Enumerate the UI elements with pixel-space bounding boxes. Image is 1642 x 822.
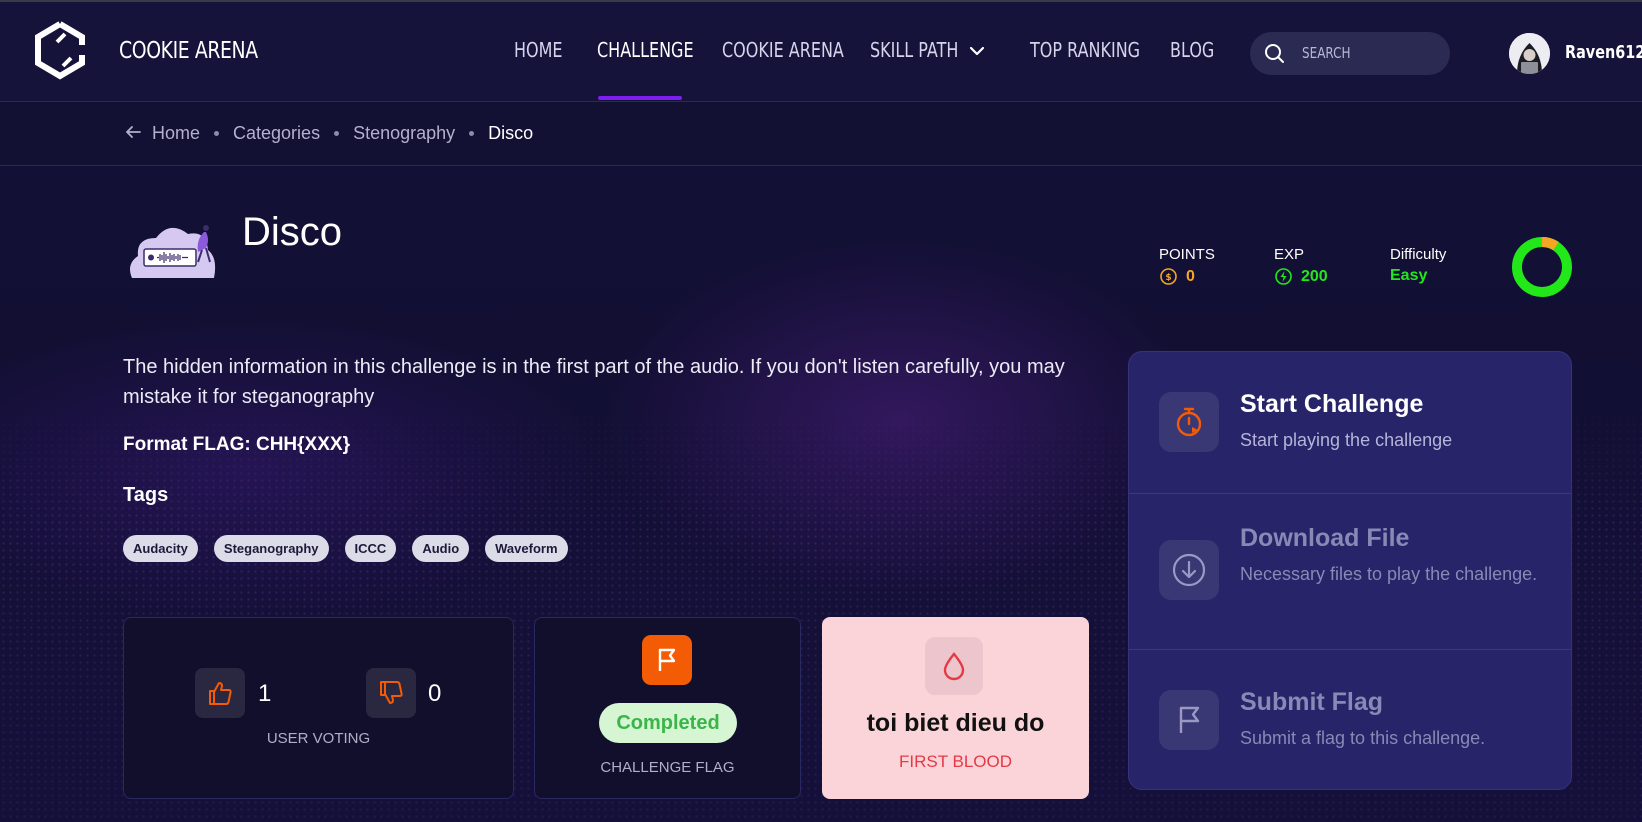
svg-text:$: $: [1165, 273, 1171, 283]
coin-icon: $: [1160, 268, 1177, 285]
start-challenge-button[interactable]: Start Challenge Start playing the challe…: [1129, 352, 1571, 493]
search-box[interactable]: SEARCH: [1250, 32, 1450, 75]
thumbs-up-icon: [209, 682, 232, 705]
stopwatch-icon: [1176, 407, 1202, 437]
nav-challenge[interactable]: CHALLENGE: [597, 38, 694, 62]
challenge-thumbnail-icon: [130, 225, 216, 278]
blood-drop-icon: [943, 652, 965, 681]
flag-icon: [1179, 706, 1200, 733]
submit-flag-button[interactable]: Submit Flag Submit a flag to this challe…: [1129, 650, 1571, 789]
thumbs-down-icon: [380, 681, 403, 704]
tag[interactable]: Steganography: [213, 535, 329, 562]
challenge-flag-caption: CHALLENGE FLAG: [600, 759, 735, 776]
like-button[interactable]: [195, 668, 245, 718]
difficulty-label: Difficulty: [1390, 246, 1447, 263]
tag-list: Audacity Steganography ICCC Audio Wavefo…: [123, 535, 568, 562]
nav-home[interactable]: HOME: [514, 38, 563, 62]
points-stat: POINTS $ 0: [1159, 246, 1215, 286]
voting-caption: USER VOTING: [266, 730, 371, 747]
like-count: 1: [258, 680, 272, 707]
avatar[interactable]: [1509, 33, 1550, 74]
breadcrumb-separator: [334, 131, 340, 136]
hacker-avatar-icon: [1509, 33, 1550, 74]
breadcrumb-bar: Home Categories Stenography Disco: [0, 102, 1642, 166]
difficulty-value: Easy: [1390, 267, 1428, 284]
tag[interactable]: ICCC: [344, 535, 397, 562]
submit-flag-desc: Submit a flag to this challenge.: [1240, 728, 1486, 748]
points-value: 0: [1186, 267, 1195, 285]
nav-top-ranking[interactable]: TOP RANKING: [1030, 38, 1140, 62]
challenge-description: The hidden information in this challenge…: [123, 356, 1065, 408]
breadcrumb: Home Categories Stenography Disco: [152, 123, 533, 144]
brand-name[interactable]: COOKIE ARENA: [119, 38, 258, 64]
tags-heading: Tags: [123, 484, 169, 506]
dislike-count: 0: [428, 680, 442, 707]
tag[interactable]: Audacity: [123, 535, 198, 562]
nav-skill-path[interactable]: SKILL PATH: [870, 38, 958, 62]
start-challenge-title: Start Challenge: [1240, 390, 1424, 418]
challenge-actions-panel: Start Challenge Start playing the challe…: [1128, 351, 1572, 790]
back-arrow-icon[interactable]: [124, 123, 142, 141]
breadcrumb-categories[interactable]: Categories: [233, 123, 320, 144]
download-icon: [1172, 553, 1206, 587]
start-challenge-desc: Start playing the challenge: [1240, 430, 1453, 450]
first-blood-label: FIRST BLOOD: [898, 752, 1013, 771]
submit-flag-title: Submit Flag: [1240, 688, 1384, 716]
breadcrumb-current: Disco: [488, 123, 534, 143]
cookie-arena-logo-icon[interactable]: [30, 20, 90, 80]
challenge-title: Disco: [242, 210, 343, 254]
nav-blog[interactable]: BLOG: [1170, 38, 1214, 62]
difficulty-stat: Difficulty Easy: [1390, 246, 1446, 285]
tag[interactable]: Waveform: [485, 535, 568, 562]
exp-value: 200: [1301, 267, 1328, 285]
flag-format: Format FLAG: CHH{XXX}: [123, 434, 350, 455]
first-blood-user[interactable]: toi biet dieu do: [822, 709, 1089, 738]
points-label: POINTS: [1159, 246, 1215, 263]
bolt-icon: [1275, 268, 1292, 285]
dislike-button[interactable]: [366, 668, 416, 718]
nav-cookie-arena[interactable]: COOKIE ARENA: [722, 38, 844, 62]
chevron-down-icon[interactable]: [968, 42, 986, 60]
tag[interactable]: Audio: [412, 535, 470, 562]
breadcrumb-home[interactable]: Home: [152, 123, 200, 144]
download-file-title: Download File: [1240, 524, 1410, 552]
breadcrumb-separator: [469, 131, 475, 136]
submit-icon-box: [1159, 690, 1219, 750]
flag-badge: [642, 635, 692, 685]
breadcrumb-separator: [214, 131, 220, 136]
download-file-desc: Necessary files to play the challenge.: [1240, 564, 1538, 584]
completed-badge: Completed: [599, 703, 737, 743]
download-icon-box: [1159, 540, 1219, 600]
breadcrumb-category[interactable]: Stenography: [353, 123, 455, 144]
nav-active-indicator: [598, 96, 682, 100]
download-file-button[interactable]: Download File Necessary files to play th…: [1129, 494, 1571, 649]
challenge-flag-card: Completed CHALLENGE FLAG: [534, 617, 801, 799]
flag-icon: [658, 648, 676, 671]
difficulty-ring: [1512, 237, 1572, 297]
search-placeholder: SEARCH: [1302, 44, 1351, 62]
exp-stat: EXP 200: [1274, 246, 1328, 286]
first-blood-card: toi biet dieu do FIRST BLOOD: [822, 617, 1089, 799]
start-icon-box: [1159, 392, 1219, 452]
exp-label: EXP: [1274, 246, 1305, 263]
top-navbar: COOKIE ARENA HOME CHALLENGE COOKIE ARENA…: [0, 0, 1642, 102]
user-voting-card: 1 0 USER VOTING: [123, 617, 514, 799]
username[interactable]: Raven612: [1565, 42, 1642, 63]
search-icon: [1265, 44, 1284, 63]
blood-badge: [925, 637, 983, 695]
